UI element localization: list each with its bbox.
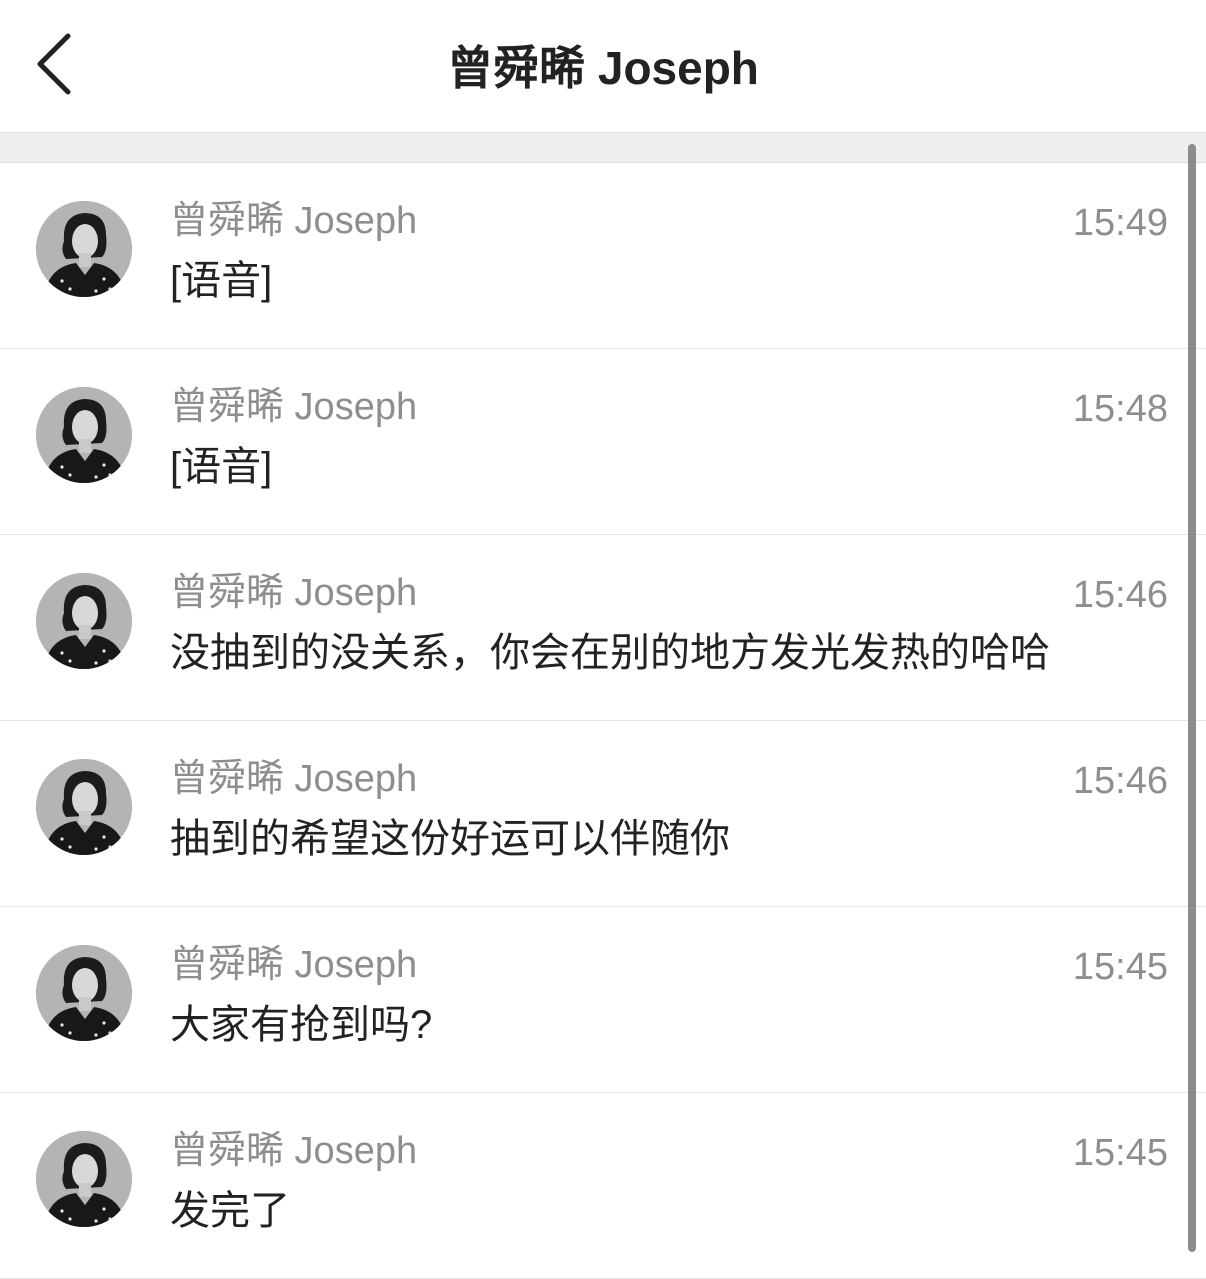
message-time: 15:46 xyxy=(1072,760,1168,802)
avatar[interactable] xyxy=(36,201,132,297)
message-row[interactable]: 曾舜晞 Joseph 15:45 大家有抢到吗? xyxy=(0,907,1206,1093)
avatar[interactable] xyxy=(36,1131,132,1227)
sender-name: 曾舜晞 Joseph xyxy=(170,200,418,242)
message-row[interactable]: 曾舜晞 Joseph 15:46 抽到的希望这份好运可以伴随你 xyxy=(0,721,1206,907)
message-time: 15:48 xyxy=(1072,388,1168,430)
message-row[interactable]: 曾舜晞 Joseph 15:49 [语音] xyxy=(0,163,1206,349)
message-list: 曾舜晞 Joseph 15:49 [语音] 曾舜晞 Joseph 15:48 [… xyxy=(0,163,1206,1279)
message-text: 没抽到的没关系，你会在别的地方发光发热的哈哈 xyxy=(170,631,1050,675)
message-text: 发完了 xyxy=(170,1189,290,1233)
avatar[interactable] xyxy=(36,945,132,1041)
section-divider xyxy=(0,132,1206,163)
avatar[interactable] xyxy=(36,387,132,483)
message-time: 15:49 xyxy=(1072,202,1168,244)
message-row[interactable]: 曾舜晞 Joseph 15:46 没抽到的没关系，你会在别的地方发光发热的哈哈 xyxy=(0,535,1206,721)
message-row[interactable]: 曾舜晞 Joseph 15:45 发完了 xyxy=(0,1093,1206,1279)
sender-name: 曾舜晞 Joseph xyxy=(170,572,418,614)
message-text: 抽到的希望这份好运可以伴随你 xyxy=(170,817,730,861)
sender-name: 曾舜晞 Joseph xyxy=(170,386,418,428)
message-time: 15:45 xyxy=(1072,946,1168,988)
message-text: 大家有抢到吗? xyxy=(170,1003,433,1047)
nav-header: 曾舜晞 Joseph xyxy=(0,0,1206,132)
avatar[interactable] xyxy=(36,573,132,669)
avatar[interactable] xyxy=(36,759,132,855)
message-row[interactable]: 曾舜晞 Joseph 15:48 [语音] xyxy=(0,349,1206,535)
sender-name: 曾舜晞 Joseph xyxy=(170,944,418,986)
message-time: 15:46 xyxy=(1072,574,1168,616)
scrollbar[interactable] xyxy=(1188,144,1196,1252)
message-text: [语音] xyxy=(170,445,273,489)
page-title: 曾舜晞 Joseph xyxy=(447,42,759,94)
sender-name: 曾舜晞 Joseph xyxy=(170,1130,418,1172)
sender-name: 曾舜晞 Joseph xyxy=(170,758,418,800)
message-text: [语音] xyxy=(170,259,273,303)
message-time: 15:45 xyxy=(1072,1132,1168,1174)
